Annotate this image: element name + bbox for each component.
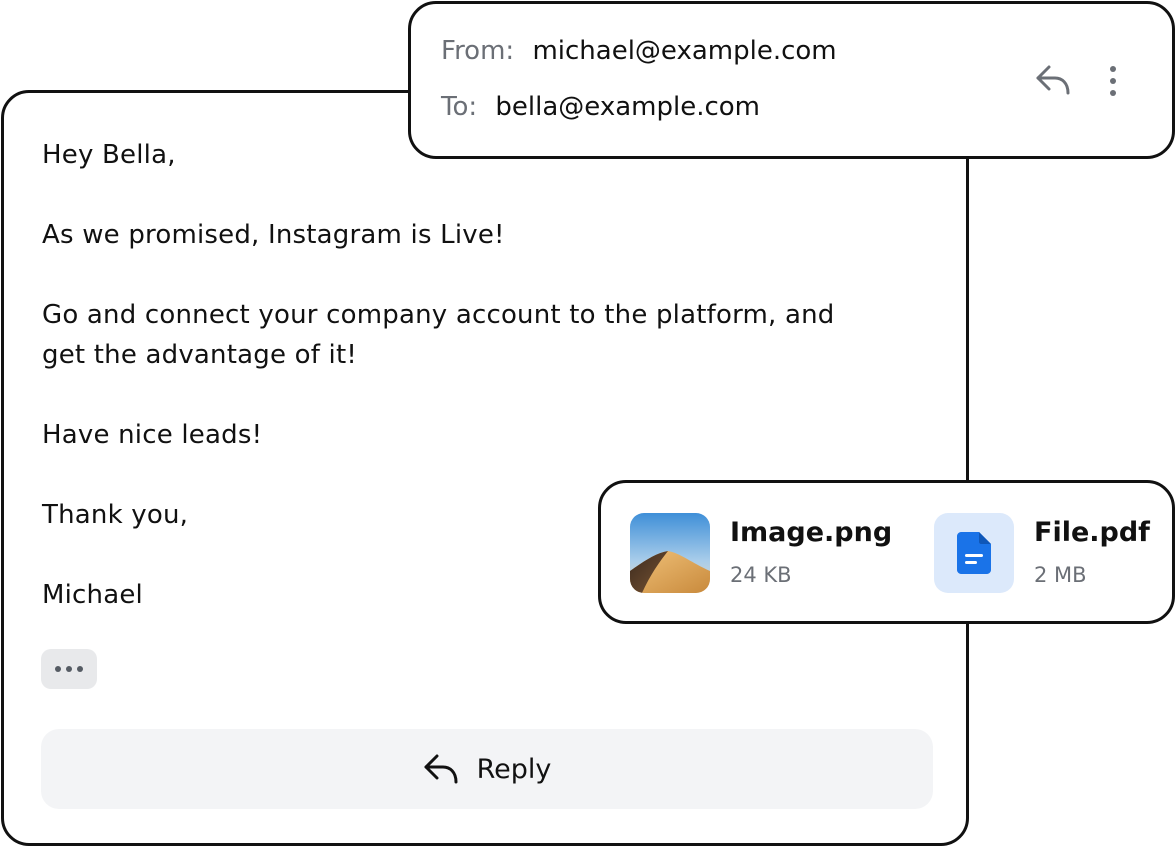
email-paragraph-text: As we promised, Instagram is Live!	[42, 220, 505, 250]
more-vertical-icon[interactable]	[1108, 66, 1118, 96]
menu-dot	[1110, 78, 1116, 84]
email-paragraph: Have nice leads!	[42, 415, 942, 455]
reply-button-label: Reply	[476, 753, 552, 785]
from-label: From:	[441, 36, 515, 66]
email-paragraph-line: get the advantage of it!	[42, 340, 357, 370]
email-header-card: From: michael@example.com To: bella@exam…	[408, 1, 1175, 159]
from-line: From: michael@example.com	[441, 36, 837, 66]
email-paragraph-text: Have nice leads!	[42, 420, 263, 450]
reply-icon[interactable]	[1035, 64, 1071, 100]
attachment-name: File.pdf	[1034, 517, 1150, 548]
email-paragraph: As we promised, Instagram is Live!	[42, 215, 942, 255]
more-dot	[77, 666, 83, 672]
email-paragraph-line: Go and connect your company account to t…	[42, 300, 835, 330]
reply-button[interactable]: Reply	[41, 729, 933, 809]
recipient-address[interactable]: bella@example.com	[495, 92, 760, 122]
to-line: To: bella@example.com	[441, 92, 760, 122]
menu-dot	[1110, 90, 1116, 96]
to-label: To:	[441, 92, 478, 122]
reply-icon	[423, 753, 459, 785]
attachment-size: 2 MB	[1034, 563, 1087, 587]
more-dot	[55, 666, 61, 672]
image-thumbnail	[630, 513, 710, 593]
attachments-card: Image.png 24 KB File.pdf 2 MB	[598, 480, 1175, 624]
attachment-name: Image.png	[730, 517, 893, 548]
sender-address[interactable]: michael@example.com	[532, 36, 836, 66]
menu-dot	[1110, 66, 1116, 72]
document-icon	[934, 513, 1014, 593]
email-paragraph: Go and connect your company account to t…	[42, 295, 942, 375]
show-trimmed-content-button[interactable]	[41, 649, 97, 689]
more-dot	[66, 666, 72, 672]
attachment-size: 24 KB	[730, 563, 792, 587]
email-body-card: Hey Bella, As we promised, Instagram is …	[1, 90, 969, 846]
